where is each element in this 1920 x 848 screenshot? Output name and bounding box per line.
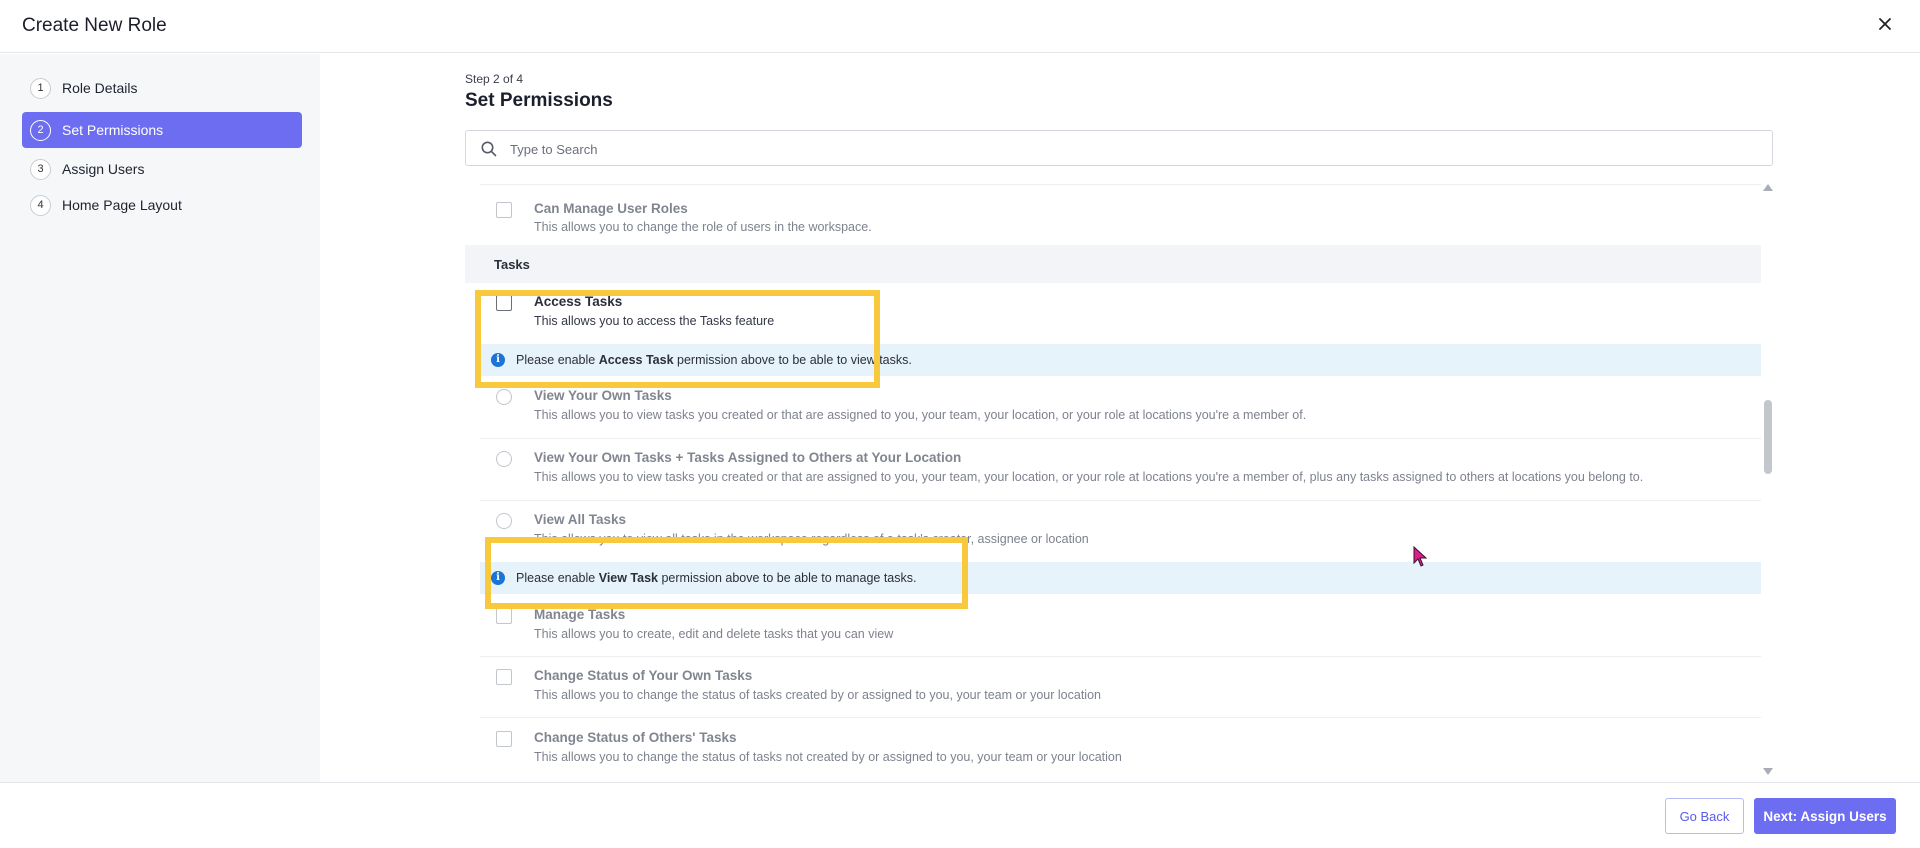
permission-name: Can Manage User Roles xyxy=(534,201,688,216)
step-set-permissions[interactable]: 2 Set Permissions xyxy=(22,112,302,148)
permissions-list: Can Manage User Roles This allows you to… xyxy=(465,184,1761,782)
scroll-down-arrow-icon[interactable] xyxy=(1763,768,1773,775)
step-label: Home Page Layout xyxy=(62,197,182,213)
scroll-up-arrow-icon[interactable] xyxy=(1763,184,1773,191)
step-role-details[interactable]: 1 Role Details xyxy=(22,70,302,106)
modal-title: Create New Role xyxy=(22,15,167,36)
divider xyxy=(480,184,1761,185)
permission-name: Manage Tasks xyxy=(534,607,626,622)
info-banner-view-task: i Please enable View Task permission abo… xyxy=(480,562,1761,594)
search-input[interactable] xyxy=(510,139,1750,159)
checkbox[interactable] xyxy=(496,202,512,218)
permission-name: Change Status of Others' Tasks xyxy=(534,730,737,745)
section-title: Tasks xyxy=(494,257,530,272)
permission-desc: This allows you to change the role of us… xyxy=(534,220,872,234)
section-header-tasks: Tasks xyxy=(465,245,1761,283)
permission-name: View Your Own Tasks xyxy=(534,388,672,403)
modal-footer: Go Back Next: Assign Users xyxy=(0,782,1920,848)
radio-button[interactable] xyxy=(496,513,512,529)
step-label: Set Permissions xyxy=(62,122,164,138)
permission-view-own-tasks: View Your Own Tasks This allows you to v… xyxy=(480,382,1760,430)
mouse-cursor-icon xyxy=(1413,545,1429,573)
scrollbar[interactable] xyxy=(1763,184,1773,782)
permission-change-status-others: Change Status of Others' Tasks This allo… xyxy=(480,724,1760,772)
go-back-button[interactable]: Go Back xyxy=(1665,798,1744,834)
step-number: 2 xyxy=(30,119,51,141)
step-number: 1 xyxy=(30,77,51,99)
divider xyxy=(480,438,1761,439)
permission-desc: This allows you to access the Tasks feat… xyxy=(534,314,775,328)
permission-desc: This allows you to change the status of … xyxy=(534,688,1101,702)
info-banner-access-task: i Please enable Access Task permission a… xyxy=(480,344,1761,376)
search-icon xyxy=(481,141,497,157)
permission-access-tasks: Access Tasks This allows you to access t… xyxy=(480,287,1760,335)
radio-button[interactable] xyxy=(496,451,512,467)
info-text: Please enable Access Task permission abo… xyxy=(516,353,912,367)
step-assign-users[interactable]: 3 Assign Users xyxy=(22,151,302,187)
permission-change-status-own: Change Status of Your Own Tasks This all… xyxy=(480,662,1760,710)
info-icon: i xyxy=(491,571,505,585)
stepper-sidebar: 1 Role Details 2 Set Permissions 3 Assig… xyxy=(0,54,320,782)
permission-name: View Your Own Tasks + Tasks Assigned to … xyxy=(534,450,962,465)
step-home-page-layout[interactable]: 4 Home Page Layout xyxy=(22,187,302,223)
radio-button[interactable] xyxy=(496,389,512,405)
scrollbar-thumb[interactable] xyxy=(1764,400,1772,474)
close-icon[interactable] xyxy=(1874,13,1896,35)
step-label: Assign Users xyxy=(62,161,145,177)
permission-name: Access Tasks xyxy=(534,294,623,309)
permission-desc: This allows you to change the status of … xyxy=(534,750,1122,764)
step-number: 3 xyxy=(30,158,51,180)
permission-name: Change Status of Your Own Tasks xyxy=(534,668,753,683)
permission-view-own-and-location-tasks: View Your Own Tasks + Tasks Assigned to … xyxy=(480,444,1760,492)
info-icon: i xyxy=(491,353,505,367)
permission-desc: This allows you to view tasks you create… xyxy=(534,408,1307,422)
permission-desc: This allows you to view tasks you create… xyxy=(534,470,1644,484)
checkbox[interactable] xyxy=(496,669,512,685)
page-title: Set Permissions xyxy=(465,90,613,111)
info-text: Please enable View Task permission above… xyxy=(516,571,917,585)
step-number: 4 xyxy=(30,194,51,216)
permission-desc: This allows you to view all tasks in the… xyxy=(534,532,1089,546)
divider xyxy=(480,656,1761,657)
checkbox[interactable] xyxy=(496,608,512,624)
permission-can-manage-user-roles: Can Manage User Roles This allows you to… xyxy=(480,194,1760,238)
step-label: Role Details xyxy=(62,80,138,96)
access-tasks-checkbox[interactable] xyxy=(496,295,512,311)
checkbox[interactable] xyxy=(496,731,512,747)
step-count: Step 2 of 4 xyxy=(465,72,524,86)
search-box[interactable] xyxy=(465,130,1773,166)
permission-view-all-tasks: View All Tasks This allows you to view a… xyxy=(480,506,1760,554)
next-assign-users-button[interactable]: Next: Assign Users xyxy=(1754,798,1896,834)
divider xyxy=(480,500,1761,501)
divider xyxy=(480,717,1761,718)
permission-manage-tasks: Manage Tasks This allows you to create, … xyxy=(480,601,1760,649)
permission-name: View All Tasks xyxy=(534,512,627,527)
permission-desc: This allows you to create, edit and dele… xyxy=(534,627,894,641)
modal-header: Create New Role xyxy=(0,0,1920,53)
main-content: Step 2 of 4 Set Permissions Can Manage U… xyxy=(320,54,1920,782)
